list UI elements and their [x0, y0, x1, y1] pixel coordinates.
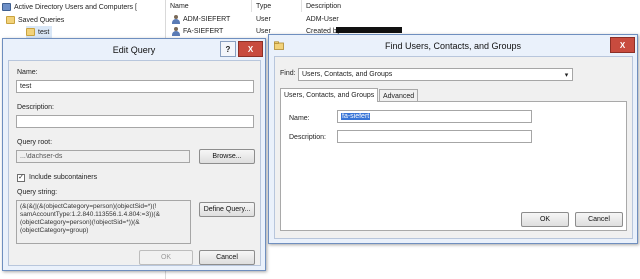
edit-query-title: Edit Query: [112, 44, 156, 55]
query-folder-icon: [26, 28, 35, 36]
edit-query-body: Name: Description: Query root: Browse...…: [8, 60, 261, 266]
find-type-value: Users, Contacts, and Groups: [302, 71, 393, 78]
list-item[interactable]: ADM-SIEFERT User ADM-User: [166, 13, 640, 25]
redaction-bar: [336, 27, 402, 33]
row-description: ADM-User: [306, 15, 339, 23]
find-titlebar: Find Users, Contacts, and Groups: [269, 35, 637, 56]
row-name-cell: FA-SIEFERT: [172, 25, 223, 37]
find-name-field[interactable]: fa-siefert: [337, 110, 532, 123]
close-icon: X: [619, 40, 626, 50]
description-label: Description:: [17, 104, 54, 111]
define-query-button[interactable]: Define Query...: [199, 202, 255, 217]
column-header-description[interactable]: Description: [302, 0, 640, 12]
tree-item-test[interactable]: test: [26, 26, 53, 38]
tab-advanced-label: Advanced: [383, 92, 415, 100]
tree-item-saved-queries[interactable]: Saved Queries: [6, 14, 64, 26]
chevron-down-icon: ▾: [564, 71, 569, 79]
row-name-cell: ADM-SIEFERT: [172, 13, 230, 25]
query-string-label: Query string:: [17, 189, 58, 196]
row-type: User: [256, 15, 271, 23]
column-header-name[interactable]: Name: [166, 0, 252, 12]
user-icon: [172, 14, 180, 24]
tree-item-test-label: test: [38, 28, 50, 36]
folder-icon: [6, 16, 15, 24]
description-field[interactable]: [16, 115, 254, 128]
column-header-type[interactable]: Type: [252, 0, 302, 12]
include-subcontainers-checkbox[interactable]: ✓: [17, 174, 25, 182]
name-field[interactable]: [16, 80, 254, 93]
query-root-label: Query root:: [17, 139, 53, 146]
query-root-field: [16, 150, 190, 163]
column-header-type-label: Type: [256, 2, 272, 10]
user-icon: [172, 26, 180, 36]
name-label: Name:: [17, 69, 38, 76]
ad-users-icon: [2, 3, 11, 11]
find-close-button[interactable]: X: [610, 37, 635, 53]
ok-button[interactable]: OK: [139, 250, 193, 265]
cancel-button[interactable]: Cancel: [199, 250, 255, 265]
query-string-field: (&(&(|(&(objectCategory=person)(objectSi…: [16, 200, 191, 244]
find-cancel-button[interactable]: Cancel: [575, 212, 623, 227]
find-type-dropdown[interactable]: Users, Contacts, and Groups ▾: [298, 68, 573, 81]
row-name: FA-SIEFERT: [183, 27, 224, 35]
help-button[interactable]: ?: [220, 41, 236, 57]
browse-button[interactable]: Browse...: [199, 149, 255, 164]
tab-page: Name: fa-siefert Description: OK Cancel: [280, 101, 627, 231]
find-app-icon: [274, 41, 284, 50]
row-name: ADM-SIEFERT: [183, 15, 231, 23]
find-description-field[interactable]: [337, 130, 532, 143]
edit-query-dialog: Edit Query ? X Name: Description: Query …: [2, 38, 266, 271]
tree-item-root-label: Active Directory Users and Computers [: [14, 3, 137, 11]
column-header-name-label: Name: [170, 2, 189, 10]
close-button[interactable]: X: [238, 41, 263, 57]
close-icon: X: [247, 44, 254, 54]
include-subcontainers-label: Include subcontainers: [29, 174, 98, 181]
tree-item-root[interactable]: Active Directory Users and Computers [: [2, 1, 137, 13]
find-title: Find Users, Contacts, and Groups: [384, 40, 522, 51]
column-header-description-label: Description: [306, 2, 342, 10]
find-name-label: Name:: [289, 115, 310, 122]
tab-users-contacts-groups-label: Users, Contacts, and Groups: [284, 92, 375, 99]
find-description-label: Description:: [289, 134, 326, 141]
find-label: Find:: [280, 70, 296, 77]
find-ok-button[interactable]: OK: [521, 212, 569, 227]
find-dialog: Find Users, Contacts, and Groups X Find:…: [268, 34, 638, 244]
find-body: Find: Users, Contacts, and Groups ▾ User…: [274, 56, 633, 239]
find-name-value: fa-siefert: [341, 113, 371, 120]
help-icon: ?: [225, 44, 231, 54]
tree-item-saved-queries-label: Saved Queries: [18, 16, 65, 24]
tab-users-contacts-groups[interactable]: Users, Contacts, and Groups: [280, 88, 379, 102]
